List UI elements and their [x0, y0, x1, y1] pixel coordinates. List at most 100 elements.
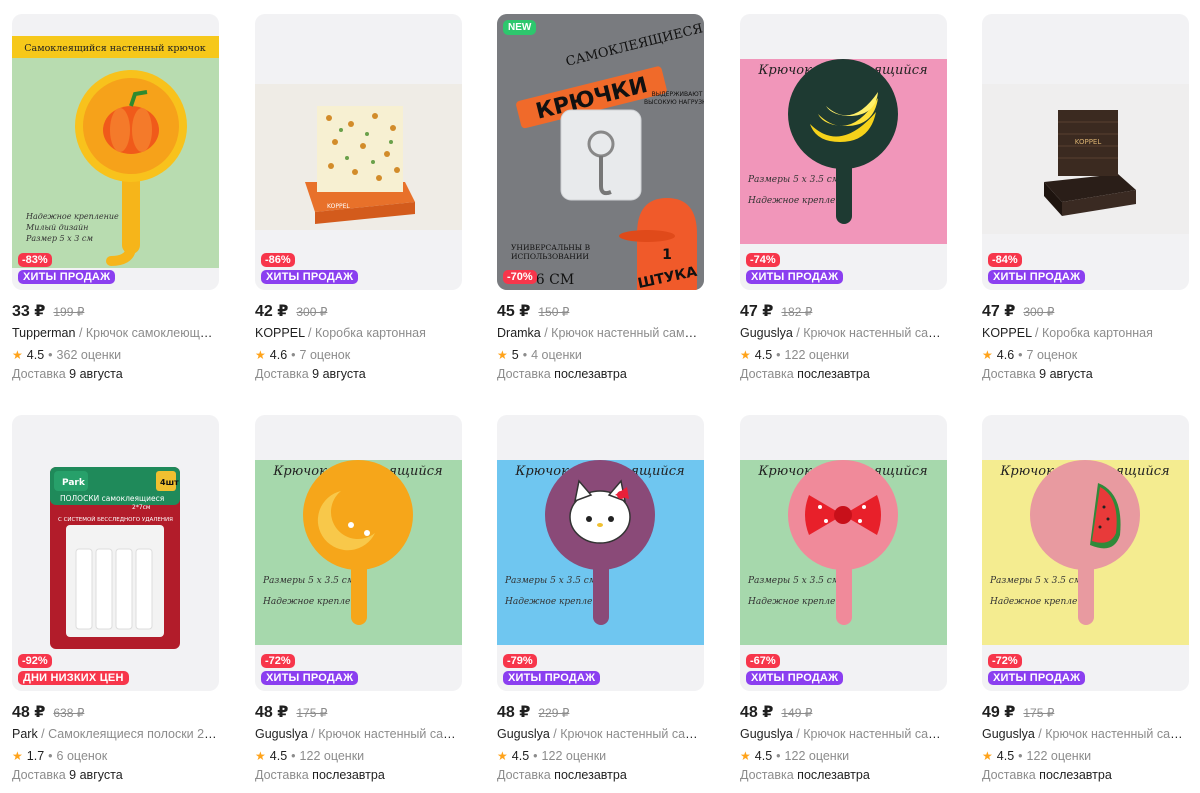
product-card[interactable]: Park 4шт ПОЛОСКИ самоклеящиеся 2*7см С С… — [12, 415, 219, 793]
reviews-count[interactable]: 122 оценки — [785, 749, 850, 763]
product-card[interactable]: Крючок самоклеящийся Размеры 5 x 3.5 см … — [255, 415, 462, 793]
brand[interactable]: Guguslya — [255, 727, 308, 741]
reviews-count[interactable]: 7 оценок — [300, 348, 351, 362]
delivery-info: Доставка 9 августа — [12, 768, 219, 784]
product-image[interactable]: Крючок самоклеящийся Размеры 5 x 3.5 см … — [255, 415, 462, 691]
product-card[interactable]: Самоклеящийся настенный крючок Надежное … — [12, 14, 219, 392]
svg-text:Надежное крепление: Надежное крепление — [25, 212, 119, 221]
price-row: 48 ₽ 149 ₽ — [740, 702, 947, 722]
delivery-date: 9 августа — [69, 768, 123, 782]
product-description: / Крючок настенный само... — [549, 727, 704, 741]
reviews-count[interactable]: 122 оценки — [785, 348, 850, 362]
star-icon: ★ — [982, 749, 993, 763]
brand[interactable]: Guguslya — [740, 727, 793, 741]
separator-dot: • — [1018, 749, 1023, 763]
product-title[interactable]: Guguslya / Крючок настенный самок... — [255, 727, 462, 743]
old-price: 300 ₽ — [1023, 305, 1055, 319]
separator-dot: • — [776, 749, 781, 763]
reviews-count[interactable]: 122 оценки — [542, 749, 607, 763]
product-title[interactable]: Park / Самоклеящиеся полоски 2x7... — [12, 727, 219, 743]
product-title[interactable]: KOPPEL / Коробка картонная — [255, 326, 462, 342]
svg-text:Милый дизайн: Милый дизайн — [25, 223, 88, 232]
rating: ★ 4.5 • 122 оценки — [497, 748, 704, 764]
brand[interactable]: Dramka — [497, 326, 541, 340]
price-row: 48 ₽ 229 ₽ — [497, 702, 704, 722]
product-image[interactable]: Крючок самоклеящийся Размеры 5 x 3.5 см … — [497, 415, 704, 691]
product-title[interactable]: Tupperman / Крючок самоклеющий... — [12, 326, 219, 342]
product-title[interactable]: Guguslya / Крючок настенный само... — [740, 326, 947, 342]
badges: -72% ХИТЫ ПРОДАЖ — [261, 654, 359, 685]
product-card[interactable]: САМОКЛЕЯЩИЕСЯ КРЮЧКИ ВЫДЕРЖИВАЮТ ВЫСОКУЮ… — [497, 14, 704, 392]
brand[interactable]: KOPPEL — [982, 326, 1032, 340]
price-row: 42 ₽ 300 ₽ — [255, 301, 462, 321]
badges: -67% ХИТЫ ПРОДАЖ — [746, 654, 844, 685]
price-row: 47 ₽ 182 ₽ — [740, 301, 947, 321]
product-image[interactable]: Park 4шт ПОЛОСКИ самоклеящиеся 2*7см С С… — [12, 415, 219, 691]
reviews-count[interactable]: 6 оценок — [57, 749, 108, 763]
rating: ★ 4.5 • 122 оценки — [255, 748, 462, 764]
delivery-info: Доставка 9 августа — [255, 367, 462, 383]
old-price: 199 ₽ — [53, 305, 85, 319]
product-title[interactable]: Guguslya / Крючок настенный само... — [497, 727, 704, 743]
product-grid: Самоклеящийся настенный крючок Надежное … — [0, 0, 1200, 793]
star-icon: ★ — [12, 749, 23, 763]
product-description: / Крючок самоклеющий... — [75, 326, 219, 340]
product-image[interactable]: САМОКЛЕЯЩИЕСЯ КРЮЧКИ ВЫДЕРЖИВАЮТ ВЫСОКУЮ… — [497, 14, 704, 290]
delivery-label: Доставка — [12, 768, 66, 782]
brand[interactable]: Tupperman — [12, 326, 75, 340]
brand[interactable]: Park — [12, 727, 38, 741]
brand[interactable]: Guguslya — [497, 727, 550, 741]
product-description: / Самоклеящиеся полоски 2x7... — [37, 727, 219, 741]
price: 48 ₽ — [255, 704, 289, 721]
product-description: / Крючок настенный самок... — [540, 326, 704, 340]
product-card[interactable]: Крючок самоклеящийся Размеры 5 x 3.5 см … — [982, 415, 1189, 793]
price-row: 33 ₽ 199 ₽ — [12, 301, 219, 321]
separator-dot: • — [48, 348, 53, 362]
product-card[interactable]: Крючок самоклеящийся Размеры 5 x 3.5 см … — [740, 14, 947, 392]
rating-value: 4.5 — [269, 749, 288, 763]
product-card[interactable]: Крючок самоклеящийся Размеры 5 x 3.5 см … — [497, 415, 704, 793]
delivery-info: Доставка послезавтра — [982, 768, 1189, 784]
discount-badge: -84% — [988, 253, 1022, 267]
product-title[interactable]: Dramka / Крючок настенный самок... — [497, 326, 704, 342]
product-title[interactable]: Guguslya / Крючок настенный само... — [740, 727, 947, 743]
brand[interactable]: KOPPEL — [255, 326, 305, 340]
price-row: 47 ₽ 300 ₽ — [982, 301, 1189, 321]
brand[interactable]: Guguslya — [982, 727, 1035, 741]
star-icon: ★ — [497, 348, 508, 362]
reviews-count[interactable]: 4 оценки — [531, 348, 582, 362]
product-title[interactable]: Guguslya / Крючок настенный само... — [982, 727, 1189, 743]
product-card[interactable]: KOPPEL -84% ХИТЫ ПРОДАЖ 47 ₽ 300 ₽ KOPPE… — [982, 14, 1189, 392]
product-image[interactable]: Крючок самоклеящийся Размеры 5 x 3.5 см … — [740, 14, 947, 290]
product-card[interactable]: KOPPEL -86% ХИТЫ ПРОДАЖ 42 ₽ 300 ₽ KOPPE… — [255, 14, 462, 392]
rating-value: 4.6 — [996, 348, 1015, 362]
product-image[interactable]: Крючок самоклеящийся Размеры 5 x 3.5 см … — [740, 415, 947, 691]
star-icon: ★ — [255, 749, 266, 763]
product-description: / Крючок настенный самок... — [307, 727, 462, 741]
svg-text:С СИСТЕМОЙ БЕССЛЕДНОГО УДАЛЕНИ: С СИСТЕМОЙ БЕССЛЕДНОГО УДАЛЕНИЯ — [58, 516, 173, 523]
promo-tag: ХИТЫ ПРОДАЖ — [746, 671, 844, 685]
product-image[interactable]: KOPPEL -84% ХИТЫ ПРОДАЖ — [982, 14, 1189, 290]
discount-badge: -74% — [746, 253, 780, 267]
svg-text:Размеры 5 x 3.5 см: Размеры 5 x 3.5 см — [504, 576, 596, 586]
reviews-count[interactable]: 122 оценки — [1027, 749, 1092, 763]
old-price: 175 ₽ — [1023, 706, 1055, 720]
product-image[interactable]: Крючок самоклеящийся Размеры 5 x 3.5 см … — [982, 415, 1189, 691]
product-card[interactable]: Крючок самоклеящийся Размеры 5 x 3.5 см … — [740, 415, 947, 793]
rating-value: 1.7 — [26, 749, 45, 763]
reviews-count[interactable]: 362 оценки — [57, 348, 122, 362]
promo-tag: ХИТЫ ПРОДАЖ — [503, 671, 601, 685]
price-row: 48 ₽ 638 ₽ — [12, 702, 219, 722]
brand[interactable]: Guguslya — [740, 326, 793, 340]
reviews-count[interactable]: 122 оценки — [300, 749, 365, 763]
product-description: / Крючок настенный само... — [792, 727, 947, 741]
product-title[interactable]: KOPPEL / Коробка картонная — [982, 326, 1189, 342]
product-image[interactable]: Самоклеящийся настенный крючок Надежное … — [12, 14, 219, 290]
rating: ★ 5 • 4 оценки — [497, 347, 704, 363]
product-image[interactable]: KOPPEL -86% ХИТЫ ПРОДАЖ — [255, 14, 462, 290]
discount-badge: -86% — [261, 253, 295, 267]
delivery-date: 9 августа — [312, 367, 366, 381]
delivery-date: послезавтра — [554, 367, 627, 381]
promo-tag: ХИТЫ ПРОДАЖ — [261, 270, 359, 284]
reviews-count[interactable]: 7 оценок — [1027, 348, 1078, 362]
